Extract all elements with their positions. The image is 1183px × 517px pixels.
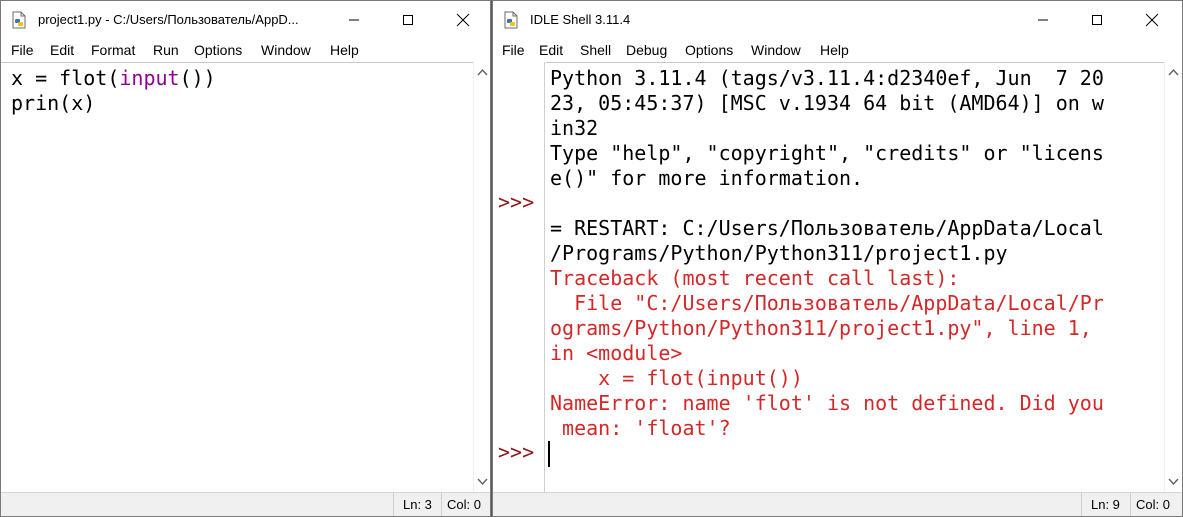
status-column: Col: 0 — [447, 497, 481, 512]
menu-format[interactable]: Format — [91, 42, 135, 58]
editor-menubar: File Edit Format Run Options Window Help — [1, 39, 490, 61]
maximize-button[interactable] — [1074, 1, 1120, 39]
output-line: 23, 05:45:37) [MSC v.1934 64 bit (AMD64)… — [550, 91, 1104, 115]
maximize-icon — [403, 15, 413, 25]
maximize-icon — [1092, 15, 1102, 25]
minimize-button[interactable] — [1020, 1, 1066, 39]
menu-help[interactable]: Help — [820, 42, 849, 58]
error-message-line: NameError: name 'flot' is not defined. D… — [550, 391, 1104, 415]
minimize-icon — [349, 19, 359, 21]
menu-run[interactable]: Run — [153, 42, 179, 58]
menu-options[interactable]: Options — [685, 42, 733, 58]
menu-edit[interactable]: Edit — [50, 42, 74, 58]
python-shell-icon — [502, 11, 520, 29]
window-title: IDLE Shell 3.11.4 — [530, 12, 631, 27]
maximize-button[interactable] — [385, 1, 431, 39]
editor-window: project1.py - C:/Users/Пользователь/AppD… — [0, 0, 491, 517]
python-file-icon — [10, 11, 28, 29]
menu-window[interactable]: Window — [261, 42, 311, 58]
traceback-line: x = flot(input()) — [550, 366, 803, 390]
status-separator — [1130, 493, 1131, 516]
scroll-up-arrow-icon[interactable] — [477, 68, 488, 76]
editor-scrollbar[interactable] — [473, 62, 490, 492]
close-button[interactable] — [440, 1, 486, 39]
shell-output[interactable]: Python 3.11.4 (tags/v3.11.4:d2340ef, Jun… — [546, 62, 1164, 492]
menu-help[interactable]: Help — [330, 42, 359, 58]
shell-menubar: File Edit Shell Debug Options Window Hel… — [493, 39, 1182, 61]
shell-statusbar: Ln: 9 Col: 0 — [493, 492, 1182, 516]
menu-debug[interactable]: Debug — [626, 42, 667, 58]
output-line: Type "help", "copyright", "credits" or "… — [550, 141, 1104, 165]
close-icon — [456, 13, 470, 27]
code-line-1: x = flot(input()) — [11, 66, 216, 90]
prompt-gutter: >>> >>> — [493, 62, 545, 492]
editor-statusbar: Ln: 3 Col: 0 — [1, 492, 490, 516]
traceback-line: Traceback (most recent call last): — [550, 266, 960, 290]
restart-line: = RESTART: C:/Users/Пользователь/AppData… — [550, 216, 1104, 240]
code-line-2: prin(x) — [11, 91, 96, 115]
shell-titlebar[interactable]: IDLE Shell 3.11.4 — [493, 1, 1182, 39]
output-line: in32 — [550, 116, 599, 140]
output-line: Python 3.11.4 (tags/v3.11.4:d2340ef, Jun… — [550, 66, 1104, 90]
output-line: e()" for more information. — [550, 166, 864, 190]
scroll-down-arrow-icon[interactable] — [477, 478, 488, 486]
shell-scrollbar[interactable] — [1164, 62, 1181, 492]
shell-prompt: >>> — [498, 190, 535, 214]
traceback-line: in <module> — [550, 341, 683, 365]
menu-file[interactable]: File — [502, 42, 525, 58]
scroll-down-arrow-icon[interactable] — [1168, 478, 1179, 486]
menu-file[interactable]: File — [11, 42, 34, 58]
status-separator — [1081, 493, 1082, 516]
menu-shell[interactable]: Shell — [580, 42, 611, 58]
minimize-icon — [1038, 19, 1048, 21]
menu-window[interactable]: Window — [751, 42, 801, 58]
close-button[interactable] — [1129, 1, 1175, 39]
status-line: Ln: 3 — [403, 497, 432, 512]
status-separator — [393, 493, 394, 516]
menu-edit[interactable]: Edit — [539, 42, 563, 58]
shell-window: IDLE Shell 3.11.4 File Edit Shell Debug … — [492, 0, 1183, 517]
traceback-line: File "C:/Users/Пользователь/AppData/Loca… — [550, 291, 1104, 315]
status-separator — [441, 493, 442, 516]
editor-titlebar[interactable]: project1.py - C:/Users/Пользователь/AppD… — [1, 1, 490, 39]
status-line: Ln: 9 — [1091, 497, 1120, 512]
menu-options[interactable]: Options — [194, 42, 242, 58]
text-cursor — [548, 441, 550, 467]
code-editor[interactable]: x = flot(input()) prin(x) — [1, 62, 473, 492]
traceback-line: ograms/Python/Python311/project1.py", li… — [550, 316, 1092, 340]
window-title: project1.py - C:/Users/Пользователь/AppD… — [38, 12, 299, 27]
minimize-button[interactable] — [331, 1, 377, 39]
status-column: Col: 0 — [1136, 497, 1170, 512]
error-message-line: mean: 'float'? — [550, 416, 731, 440]
shell-prompt: >>> — [498, 440, 535, 464]
restart-line: /Programs/Python/Python311/project1.py — [550, 241, 1008, 265]
close-icon — [1145, 13, 1159, 27]
scroll-up-arrow-icon[interactable] — [1168, 68, 1179, 76]
